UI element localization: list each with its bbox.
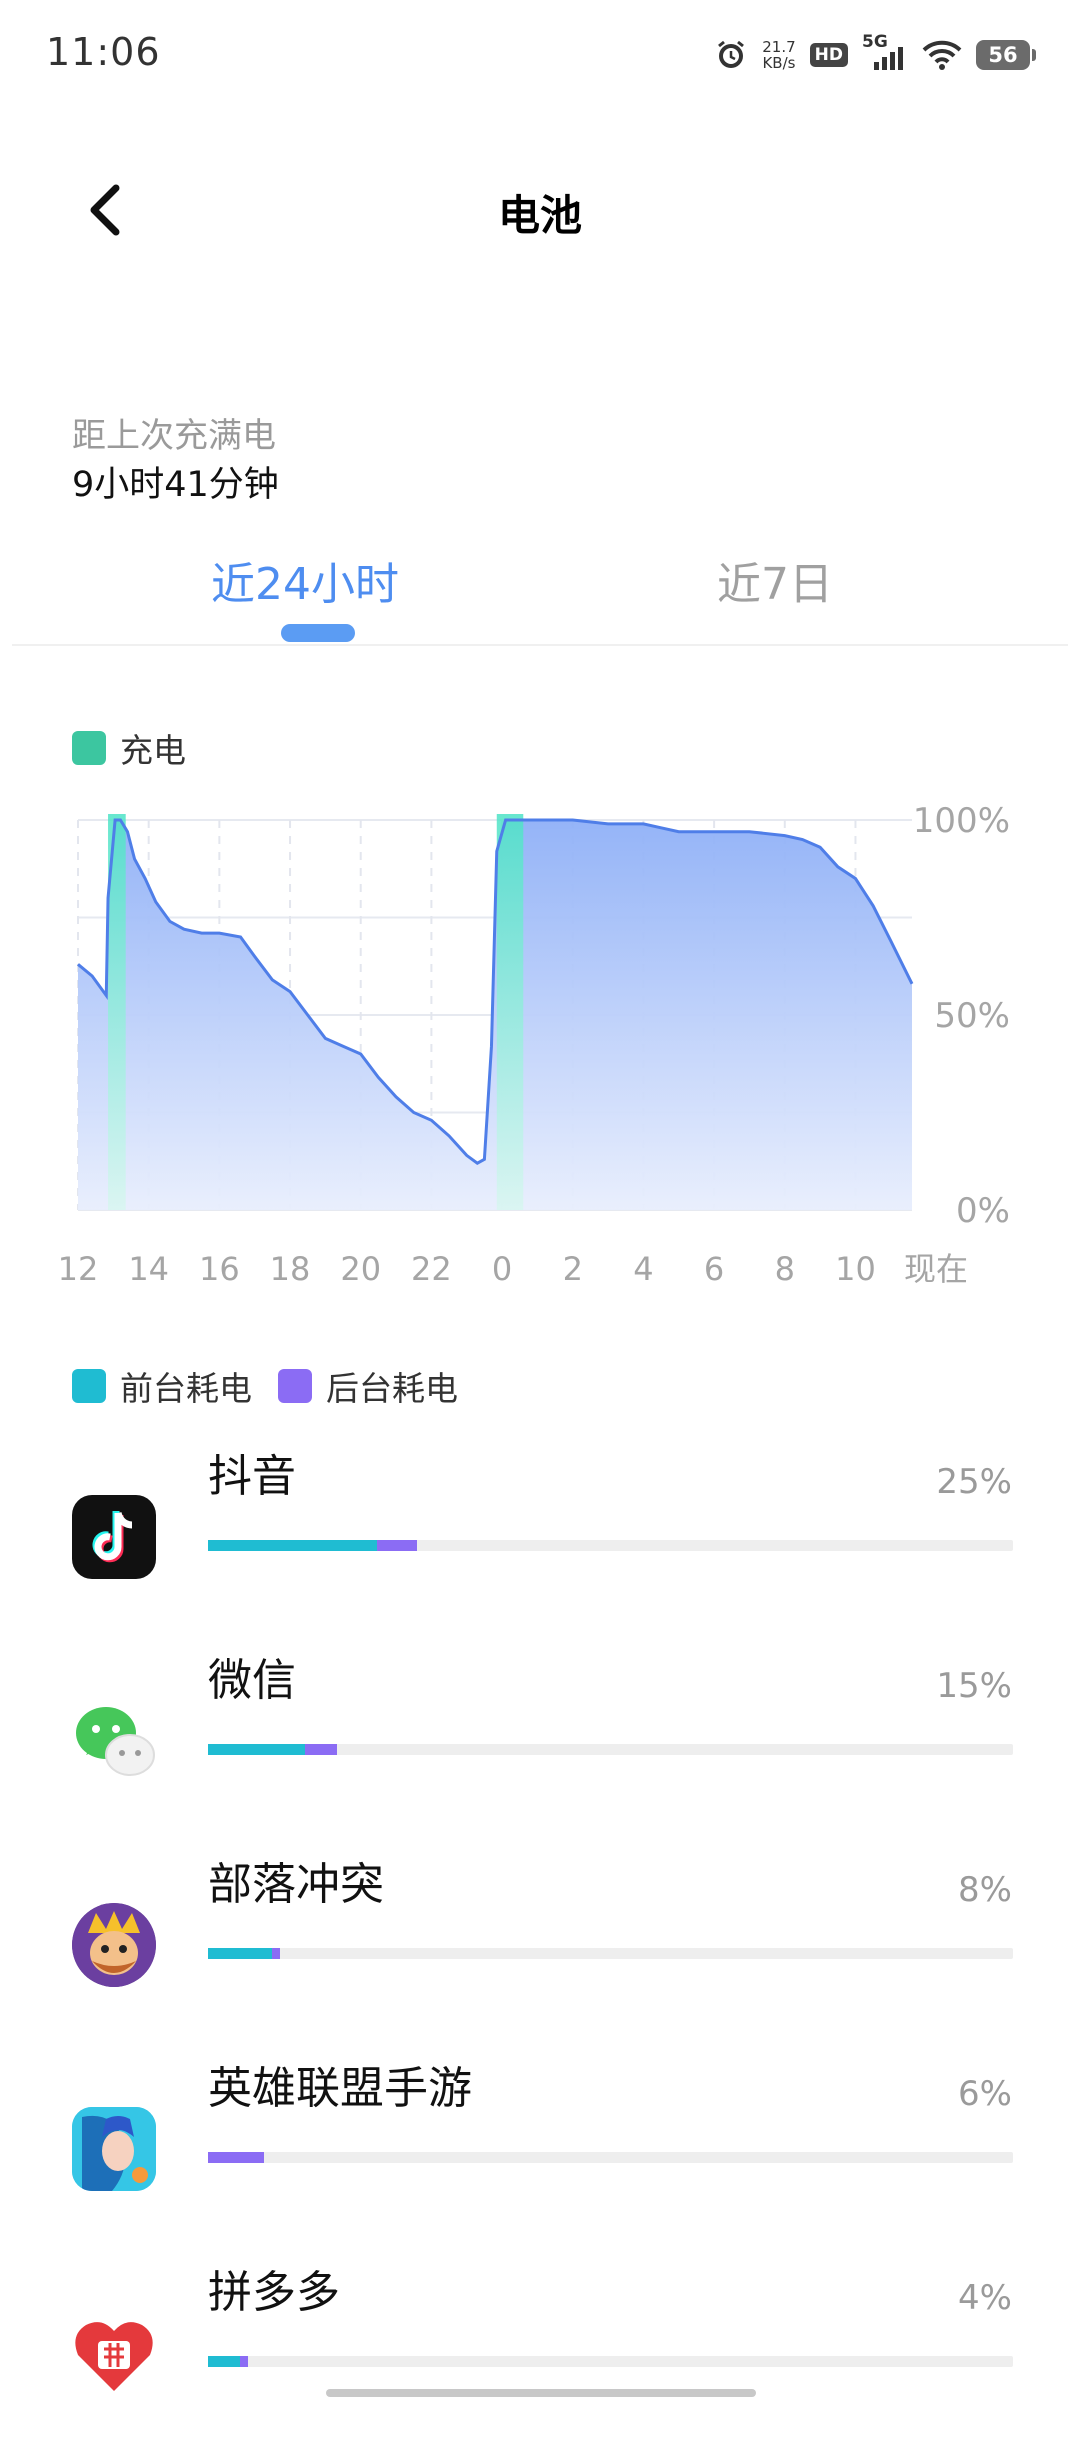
signal-5g-icon: 5G [862,32,908,72]
tab-7-days[interactable]: 近7日 [575,548,975,612]
tab-active-indicator [281,624,355,642]
x-tick-label: 18 [270,1250,311,1288]
x-tick-label: 现在 [904,1250,968,1288]
app-percent: 15% [936,1666,1012,1706]
tab-24-hours[interactable]: 近24小时 [105,548,505,612]
wechat-icon [72,1699,156,1783]
charge-legend-swatch [72,731,106,765]
foreground-legend-swatch [72,1369,106,1403]
alarm-icon [714,38,748,72]
x-tick-label: 6 [704,1250,724,1288]
app-percent: 25% [936,1462,1012,1502]
app-name: 英雄联盟手游 [208,2063,472,2114]
x-tick-label: 2 [563,1250,583,1288]
tabs-divider [12,644,1068,646]
x-tick-label: 14 [128,1250,169,1288]
since-full-charge-value: 9小时41分钟 [72,465,279,505]
battery-icon: 56 [976,40,1036,70]
app-usage-bar [208,2152,1013,2163]
since-full-charge-label: 距上次充满电 [72,416,276,456]
pinduoduo-icon [72,2311,156,2395]
x-tick-label: 22 [411,1250,452,1288]
douyin-icon [72,1495,156,1579]
charge-legend-label: 充电 [120,731,186,770]
home-indicator[interactable] [326,2389,756,2397]
background-usage-bar [377,1540,418,1551]
x-tick-label: 8 [775,1250,795,1288]
app-row-clash-of-clans[interactable]: 部落冲突 8% [0,1848,1080,2048]
app-percent: 8% [958,1870,1012,1910]
background-usage-bar [272,1948,281,1959]
y-tick-label: 0% [956,1191,1010,1231]
background-usage-bar [240,2356,249,2367]
app-percent: 4% [958,2278,1012,2318]
network-speed-value: 21.7 [762,38,796,56]
app-name: 部落冲突 [208,1859,384,1910]
app-row-league-of-legends[interactable]: 英雄联盟手游 6% [0,2052,1080,2252]
usage-legend: 前台耗电 后台耗电 [72,1362,458,1410]
status-time: 11:06 [46,30,161,74]
background-legend-swatch [278,1369,312,1403]
network-speed-unit: KB/s [762,54,796,72]
chart-legend: 充电 [72,724,186,772]
app-name: 抖音 [208,1451,296,1502]
app-usage-bar [208,1540,1013,1551]
battery-level: 56 [988,43,1018,67]
app-usage-bar [208,1744,1013,1755]
page-title: 电池 [497,191,582,240]
app-name: 微信 [208,1655,296,1706]
battery-chart[interactable]: 100% 50% 0% 12 14 16 18 20 22 0 2 4 6 8 10 现在 [0,780,1080,1300]
y-tick-label: 100% [913,801,1010,841]
hd-badge: HD [809,43,848,67]
foreground-usage-bar [208,1540,378,1551]
x-tick-label: 0 [492,1250,512,1288]
app-row-pinduoduo[interactable]: 拼多多 4% [0,2256,1080,2456]
background-legend-label: 后台耗电 [326,1369,458,1408]
app-usage-bar [208,2356,1013,2367]
x-tick-label: 16 [199,1250,240,1288]
x-tick-label: 12 [58,1250,99,1288]
app-name: 拼多多 [208,2267,340,2318]
background-usage-bar [304,1744,337,1755]
y-tick-label: 50% [934,996,1010,1036]
battery-chart-svg: 100% 50% 0% 12 14 16 18 20 22 0 2 4 6 8 10 现在 [58,801,1010,1288]
background-usage-bar [208,2152,265,2163]
x-tick-label: 4 [633,1250,653,1288]
league-of-legends-wild-rift-icon [72,2107,156,2191]
app-row-douyin[interactable]: 抖音 25% [0,1440,1080,1640]
network-speed: 21.7 KB/s [762,39,795,71]
clash-of-clans-icon [72,1903,156,1987]
app-usage-bar [208,1948,1013,1959]
wifi-icon [922,39,962,71]
app-percent: 6% [958,2074,1012,2114]
status-icons: 21.7 KB/s HD 5G 56 [714,30,1036,80]
app-row-wechat[interactable]: 微信 15% [0,1644,1080,1844]
x-tick-label: 10 [835,1250,876,1288]
foreground-usage-bar [208,1744,305,1755]
charging-period [496,814,524,1210]
foreground-legend-label: 前台耗电 [120,1369,252,1408]
foreground-usage-bar [208,2356,241,2367]
x-tick-label: 20 [340,1250,381,1288]
network-type: 5G [862,32,888,52]
foreground-usage-bar [208,1948,273,1959]
